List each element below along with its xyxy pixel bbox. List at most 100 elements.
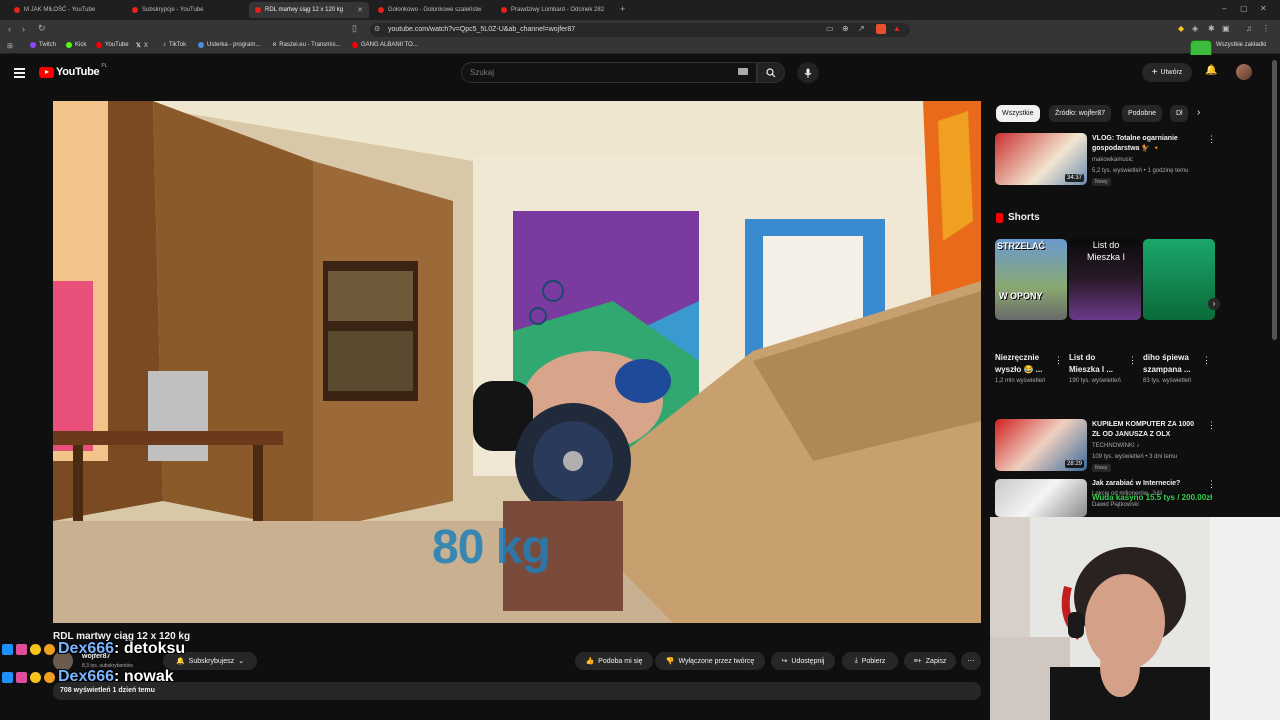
description-box[interactable] (53, 682, 981, 700)
chat-badge-icon (16, 643, 27, 655)
download-button[interactable]: ⤓ Pobierz (842, 652, 898, 670)
close-tab-icon[interactable]: ✕ (357, 6, 363, 14)
extensions-puzzle-icon[interactable]: ✱ (1208, 24, 1215, 33)
chip-all[interactable]: Wszystkie (996, 105, 1040, 122)
new-tab-icon[interactable]: + (620, 4, 625, 14)
keyboard-icon[interactable] (738, 68, 748, 75)
chip-source[interactable]: Źródło: wojfer87 (1049, 105, 1112, 122)
short-title[interactable]: Niezręcznie wyszło 😂 ... (995, 352, 1053, 376)
more-vertical-icon[interactable]: ⋮ (1207, 420, 1216, 431)
bookmark-item[interactable]: YouTube (96, 42, 129, 48)
short-thumbnail[interactable] (1143, 239, 1215, 320)
hamburger-menu-icon[interactable] (14, 68, 25, 80)
bookmark-item[interactable]: ʀ Raszei.eu - Transmis... (273, 42, 341, 48)
notifications-bell-icon[interactable]: 🔔 (1205, 65, 1217, 76)
chevron-right-icon[interactable]: › (1208, 298, 1220, 310)
short-title[interactable]: diho śpiewa szampana ... (1143, 352, 1201, 376)
voice-search-button[interactable] (797, 62, 819, 83)
dislike-button[interactable]: 👎 Wyłączone przez twórcę (655, 652, 765, 670)
short-views: 83 tys. wyświetleń (1143, 378, 1192, 384)
video-thumbnail[interactable]: 34:37 (995, 133, 1087, 185)
search-input[interactable]: Szukaj (461, 62, 757, 83)
extension-icon[interactable]: ▲ (893, 24, 901, 33)
short-thumbnail[interactable]: List do Mieszka I (1069, 239, 1141, 320)
youtube-logo[interactable]: YouTube PL (39, 63, 107, 78)
page-scrollbar[interactable] (1272, 60, 1277, 340)
bookmark-star-icon[interactable]: ▯ (352, 23, 357, 34)
video-meta: 109 tys. wyświetleń • 3 dni temu (1092, 454, 1178, 460)
video-thumbnail[interactable]: 28:29 (995, 419, 1087, 471)
youtube-favicon-icon (255, 7, 261, 13)
more-vertical-icon[interactable]: ⋮ (1202, 355, 1211, 366)
browser-tab[interactable]: Subskrypcje - YouTube (126, 2, 246, 18)
account-avatar[interactable] (1236, 64, 1252, 80)
views-and-date: 708 wyświetleń 1 dzień temu (60, 687, 155, 694)
video-thumbnail[interactable] (995, 479, 1087, 517)
kick-icon (66, 42, 72, 48)
zoom-icon[interactable]: ⊕ (842, 24, 849, 33)
more-actions-button[interactable]: ⋯ (961, 652, 981, 670)
all-bookmarks-link[interactable]: Wszystkie zakładki (1216, 42, 1266, 48)
more-vertical-icon[interactable]: ⋮ (1207, 479, 1216, 490)
short-title[interactable]: List do Mieszka I ... (1069, 352, 1127, 376)
search-button[interactable] (757, 62, 785, 83)
channel-name[interactable]: Dawid Piątkowski (1092, 501, 1139, 510)
video-player[interactable]: 80 kg (53, 101, 981, 623)
shorts-icon (996, 212, 1003, 223)
download-icon: ⤓ (854, 657, 858, 664)
video-title[interactable]: KUPIŁEM KOMPUTER ZA 1000 ZŁ OD JANUSZA Z … (1092, 420, 1194, 440)
close-window-icon[interactable]: ✕ (1260, 4, 1267, 13)
menu-icon[interactable]: ⋮ (1262, 24, 1270, 33)
video-title[interactable]: VLOG: Totalne ogarnianie gospodarstwa 🐓 🔸 (1092, 134, 1178, 154)
browser-tab[interactable]: Gołonkowo - Gołonkowe szaleństw (372, 2, 492, 18)
short-thumbnail[interactable]: STRZELAĆ W OPONY (995, 239, 1067, 320)
bookmark-item[interactable]: ♪ TikTok (163, 42, 186, 48)
share-button[interactable]: ↪ Udostępnij (771, 652, 835, 670)
channel-name[interactable]: TECHNOWINKI ♪ (1092, 442, 1139, 451)
thumbs-down-icon: 👎 (665, 658, 675, 665)
cast-icon[interactable]: ▭ (826, 24, 834, 33)
bookmark-item[interactable]: Twitch (30, 42, 56, 48)
bell-icon: 🔔 (175, 658, 185, 665)
reload-icon[interactable]: ↻ (38, 23, 46, 34)
chat-message: Dex666: nowak (2, 668, 174, 686)
extension-icon[interactable]: ◆ (1178, 24, 1184, 33)
brave-shield-icon[interactable] (876, 24, 886, 34)
video-title[interactable]: Jak zarabiać w Internecie? (1092, 479, 1180, 489)
like-button[interactable]: 👍 Podoba mi się (575, 652, 653, 670)
share-page-icon[interactable]: ↗ (858, 24, 865, 33)
browser-tab[interactable]: M JAK MIŁOŚĆ - YouTube (8, 2, 123, 18)
bookmark-item[interactable]: Kick (66, 42, 86, 48)
chip-related[interactable]: Podobne (1122, 105, 1163, 122)
browser-tab[interactable]: Prawdziwy Lombard - Odcinek 282 (495, 2, 615, 18)
site-info-icon[interactable]: ⚙ (374, 25, 380, 33)
chip-more[interactable]: Dl (1170, 105, 1188, 122)
raszei-icon: ʀ (273, 42, 277, 48)
maximize-icon[interactable]: ▢ (1240, 4, 1248, 13)
channel-name[interactable]: makowkamusic (1092, 156, 1133, 165)
extension-icon[interactable]: ◈ (1192, 24, 1198, 33)
create-button[interactable]: + Utwórz (1142, 63, 1192, 82)
chevron-right-icon[interactable]: › (1197, 107, 1200, 118)
apps-grid-icon[interactable]: ⊞ (7, 42, 13, 50)
new-badge: Nowy (1092, 464, 1111, 472)
media-icon[interactable]: ♫ (1246, 24, 1252, 33)
plus-icon: + (1151, 67, 1158, 78)
chat-badge-icon (2, 671, 13, 683)
more-vertical-icon[interactable]: ⋮ (1128, 355, 1137, 366)
donation-goal-text: Wuda kasyno 15.5 tys / 200.00zł (1092, 493, 1213, 502)
bookmark-item[interactable]: 𝕏X (136, 42, 148, 50)
back-icon[interactable]: ‹ (8, 24, 11, 34)
bookmark-item[interactable]: Usterka - program... (198, 42, 260, 48)
more-vertical-icon[interactable]: ⋮ (1054, 355, 1063, 366)
chat-badge-icon (44, 671, 55, 683)
short-views: 1,2 mln wyświetleń (995, 378, 1046, 384)
forward-icon[interactable]: › (22, 24, 25, 34)
more-vertical-icon[interactable]: ⋮ (1207, 134, 1216, 145)
bookmark-item[interactable]: GANG ALBANII TO... (352, 42, 418, 48)
search-icon (766, 67, 776, 77)
save-button[interactable]: ≡+ Zapisz (904, 652, 956, 670)
minimize-icon[interactable]: – (1222, 4, 1226, 13)
browser-tab-active[interactable]: RDL martwy ciąg 12 x 120 kg ✕ (249, 2, 369, 18)
download-icon[interactable]: ▣ (1222, 24, 1230, 33)
